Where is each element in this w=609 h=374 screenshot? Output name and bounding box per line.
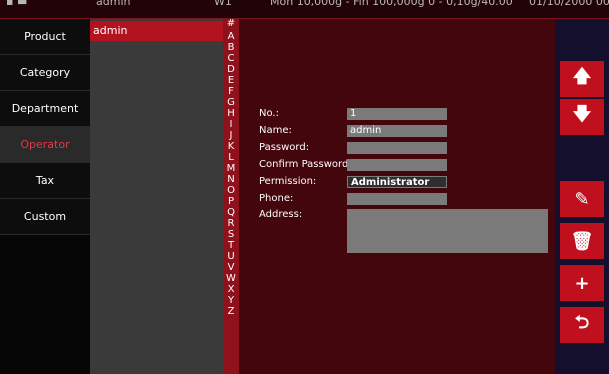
list-item[interactable]: admin <box>90 21 223 41</box>
confirm-password-label: Confirm Password: <box>259 159 352 170</box>
arrow-down-icon: 🡇 <box>572 104 592 125</box>
address-field[interactable] <box>347 209 548 253</box>
alpha-letter[interactable]: Z <box>223 307 239 317</box>
alpha-letter[interactable]: R <box>223 219 239 229</box>
status-bar-left-icon: ▪ ▬ <box>6 0 28 8</box>
operator-form: No.: 1 Name: admin Password: Confirm Pas… <box>239 19 555 374</box>
alpha-letter[interactable]: I <box>223 120 239 130</box>
sidebar-item-operator[interactable]: Operator <box>0 127 90 163</box>
sidebar-item-label: Operator <box>20 138 70 151</box>
return-icon: ⮌ <box>574 312 590 333</box>
status-info: Mon 10,000g - Fin 100,000g 0 - 0,10g/40.… <box>270 0 513 8</box>
status-bar: ▪ ▬ admin W1 Mon 10,000g - Fin 100,000g … <box>0 0 609 19</box>
no-field[interactable]: 1 <box>347 108 447 120</box>
sidebar-item-tax[interactable]: Tax <box>0 163 90 199</box>
permission-label: Permission: <box>259 176 317 187</box>
sidebar-item-custom[interactable]: Custom <box>0 199 90 235</box>
alpha-letter[interactable]: V <box>223 263 239 273</box>
alpha-letter[interactable]: Q <box>223 208 239 218</box>
alpha-letter[interactable]: A <box>223 32 239 42</box>
back-button[interactable]: ⮌ <box>560 307 604 343</box>
sidebar-item-product[interactable]: Product <box>0 19 90 55</box>
alpha-letter[interactable]: O <box>223 186 239 196</box>
alpha-letter[interactable]: M <box>223 164 239 174</box>
no-label: No.: <box>259 108 279 119</box>
alpha-letter[interactable]: C <box>223 54 239 64</box>
sidebar-item-label: Custom <box>23 210 67 223</box>
alpha-letter[interactable]: T <box>223 241 239 251</box>
alpha-letter[interactable]: H <box>223 109 239 119</box>
alpha-letter[interactable]: K <box>223 142 239 152</box>
alpha-letter[interactable]: G <box>223 98 239 108</box>
alpha-letter[interactable]: Y <box>223 296 239 306</box>
sidebar-item-label: Tax <box>35 174 55 187</box>
sidebar-item-category[interactable]: Category <box>0 55 90 91</box>
arrow-up-icon: 🡅 <box>572 66 592 87</box>
confirm-password-field[interactable] <box>347 159 447 171</box>
status-operator: admin <box>96 0 131 8</box>
move-up-button[interactable]: 🡅 <box>560 61 604 97</box>
sidebar-item-department[interactable]: Department <box>0 91 90 127</box>
alphabet-index: # A B C D E F G H I J K L M N O P Q R S … <box>223 19 239 374</box>
pencil-icon: ✎ <box>574 188 590 210</box>
alpha-letter[interactable]: X <box>223 285 239 295</box>
alpha-letter[interactable]: S <box>223 230 239 240</box>
sidebar-item-label: Department <box>11 102 79 115</box>
name-field[interactable]: admin <box>347 125 447 137</box>
alpha-letter[interactable]: B <box>223 43 239 53</box>
alpha-letter[interactable]: P <box>223 197 239 207</box>
plus-icon: + <box>574 272 590 294</box>
status-window: W1 <box>214 0 232 8</box>
operator-list: admin <box>90 19 223 374</box>
name-label: Name: <box>259 125 292 136</box>
sidebar-item-label: Category <box>19 66 71 79</box>
alpha-letter[interactable]: D <box>223 65 239 75</box>
address-label: Address: <box>259 209 303 220</box>
alpha-letter[interactable]: J <box>223 131 239 141</box>
permission-select[interactable]: Administrator <box>347 176 447 188</box>
alpha-letter[interactable]: # <box>223 19 239 29</box>
password-label: Password: <box>259 142 310 153</box>
alpha-letter[interactable]: E <box>223 76 239 86</box>
add-button[interactable]: + <box>560 265 604 301</box>
alpha-letter[interactable]: N <box>223 175 239 185</box>
phone-label: Phone: <box>259 193 294 204</box>
alpha-letter[interactable]: F <box>223 87 239 97</box>
alpha-letter[interactable]: U <box>223 252 239 262</box>
edit-button[interactable]: ✎ <box>560 181 604 217</box>
password-field[interactable] <box>347 142 447 154</box>
alpha-letter[interactable]: W <box>223 274 239 284</box>
trash-icon: 🗑 <box>570 230 594 252</box>
alpha-letter[interactable]: L <box>223 153 239 163</box>
move-down-button[interactable]: 🡇 <box>560 99 604 135</box>
sidebar: Product Category Department Operator Tax… <box>0 19 90 374</box>
sidebar-item-label: Product <box>24 30 66 43</box>
status-datetime: 01/10/2000 00:0 <box>529 0 609 8</box>
action-bar: 🡅 🡇 ✎ 🗑 + ⮌ <box>555 19 609 374</box>
delete-button[interactable]: 🗑 <box>560 223 604 259</box>
phone-field[interactable] <box>347 193 447 205</box>
